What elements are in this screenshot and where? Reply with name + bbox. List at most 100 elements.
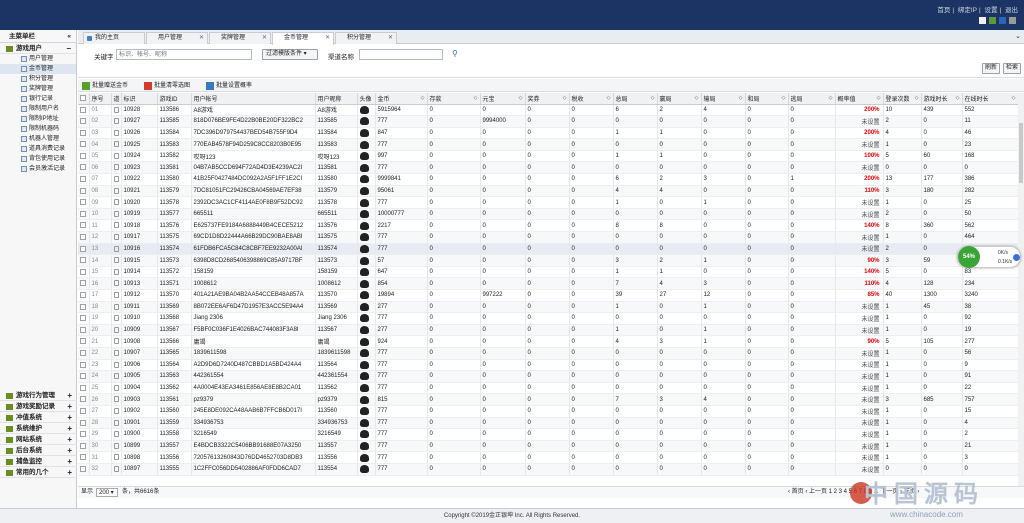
minus-icon[interactable]: − bbox=[66, 43, 71, 54]
column-header-5[interactable]: 用户昵称 bbox=[315, 93, 358, 105]
account[interactable]: 158159 bbox=[191, 266, 316, 279]
column-header-15[interactable]: 和局 ◇ bbox=[745, 93, 789, 105]
row-checkbox[interactable] bbox=[78, 324, 90, 337]
table-row[interactable]: 04 10925 113583 770EAB4578F94D259C8CC8203B0… bbox=[78, 138, 1018, 151]
close-icon[interactable]: ✕ bbox=[199, 33, 204, 44]
sort-icon[interactable]: ◇ bbox=[739, 95, 743, 101]
row-checkbox[interactable] bbox=[78, 277, 90, 290]
row-checkbox[interactable] bbox=[78, 196, 90, 209]
account[interactable]: 1839611598 bbox=[191, 347, 316, 360]
row-checkbox[interactable] bbox=[78, 382, 90, 395]
account[interactable]: 04B7AB5CCD694F72AD4D3E4239AC2I bbox=[191, 161, 316, 175]
page-size-select[interactable]: 200 ▾ bbox=[96, 488, 118, 497]
account[interactable]: pz9379 bbox=[191, 393, 316, 406]
table-row[interactable]: 23 10906 113564 A2D9D6D7240D487CBBD1A5BD424… bbox=[78, 359, 1018, 372]
table-row[interactable]: 25 10904 113562 4A0004E43EA3461E856AE8E8B2C… bbox=[78, 382, 1018, 395]
plus-icon[interactable]: + bbox=[67, 434, 72, 445]
table-row[interactable]: 26 10903 113561 pz9379 pz9379 815 0 0 0 0 7 3 4 0 0 未设置… bbox=[78, 393, 1018, 406]
table-row[interactable]: 11 10918 113576 E625737FE9184A6888449B4CECE… bbox=[78, 219, 1018, 233]
search-button[interactable]: 检索 bbox=[1003, 63, 1021, 74]
theme-swatch-gray[interactable] bbox=[1009, 17, 1016, 24]
sidebar-item-3[interactable]: 奖牌管理 bbox=[0, 84, 76, 94]
edit-icon[interactable] bbox=[111, 347, 122, 360]
table-row[interactable]: 10 10919 113577 665511 665511 10000777 0 0 0 0 0 0 0… bbox=[78, 208, 1018, 221]
account[interactable]: 8B072EE6AF6D47D1957E3ACC5E94A4 bbox=[191, 301, 316, 314]
account[interactable]: 334936753 bbox=[191, 417, 316, 430]
plus-icon[interactable]: + bbox=[67, 445, 72, 456]
sidebar-group-5[interactable]: 后台系统 + bbox=[0, 445, 77, 456]
edit-icon[interactable] bbox=[111, 277, 122, 290]
row-checkbox[interactable] bbox=[78, 219, 90, 233]
theme-swatch-green[interactable] bbox=[989, 17, 996, 24]
column-header-10[interactable]: 奖券 ◇ bbox=[525, 93, 570, 105]
sort-icon[interactable]: ◇ bbox=[782, 95, 786, 101]
tab-home[interactable]: 我的主页 bbox=[83, 32, 145, 44]
account[interactable]: F5BF0C036F1E4026BAC744083F3A8I bbox=[191, 324, 316, 337]
table-row[interactable]: 13 10916 113574 61FDB6FCA5C84C8CBF7EE9232A0… bbox=[78, 243, 1018, 256]
collapse-icon[interactable]: « bbox=[67, 30, 71, 43]
sidebar-item-10[interactable]: 背包使用记录 bbox=[0, 154, 76, 164]
column-header-4[interactable]: 用户帐号 bbox=[191, 93, 316, 105]
row-checkbox[interactable] bbox=[78, 104, 90, 117]
row-checkbox[interactable] bbox=[78, 417, 90, 430]
table-row[interactable]: 14 10915 113573 6398D8CD2685406398869C85A97… bbox=[78, 254, 1018, 267]
row-checkbox[interactable] bbox=[78, 266, 90, 279]
table-row[interactable]: 06 10923 113581 04B7AB5CCD694F72AD4D3E4239A… bbox=[78, 161, 1018, 175]
close-icon[interactable]: ✕ bbox=[262, 33, 267, 44]
table-row[interactable]: 09 10920 113578 2392DC3AC1CF4114AE0F8B9F52D… bbox=[78, 196, 1018, 209]
account[interactable]: 7DC81051FC29426CBA04569AE7EF38 bbox=[191, 185, 316, 198]
table-row[interactable]: 19 10910 113568 Jiang 2306 Jiang 2306 777 0 0 0 0… bbox=[78, 312, 1018, 325]
sidebar-item-8[interactable]: 机器人管理 bbox=[0, 134, 76, 144]
magnifier-icon[interactable]: ⚲ bbox=[452, 49, 458, 58]
bind-ip-link[interactable]: 绑定IP bbox=[958, 7, 977, 14]
edit-icon[interactable] bbox=[111, 231, 122, 244]
account[interactable]: 41B25F0427484DC092A2A5F1FF1E2CI bbox=[191, 173, 316, 186]
row-checkbox[interactable] bbox=[78, 359, 90, 372]
edit-icon[interactable] bbox=[111, 254, 122, 267]
table-row[interactable]: 08 10921 113579 7DC81051FC29426CBA04569AE7E… bbox=[78, 185, 1018, 198]
sidebar-group-7[interactable]: 常用的几个 + bbox=[0, 467, 77, 478]
sidebar-group-2[interactable]: 冲值系统 + bbox=[0, 412, 77, 423]
edit-icon[interactable] bbox=[111, 104, 122, 117]
account[interactable]: E4BDCB3322C5406BB91688E07A3250 bbox=[191, 440, 316, 453]
account[interactable]: A8游戏 bbox=[191, 104, 316, 117]
edit-icon[interactable] bbox=[111, 417, 122, 430]
sidebar-item-4[interactable]: 银行记录 bbox=[0, 94, 76, 104]
edit-icon[interactable] bbox=[111, 266, 122, 279]
sidebar-group-1[interactable]: 游戏奖励记录 + bbox=[0, 401, 77, 412]
column-header-16[interactable]: 逃局 ◇ bbox=[788, 93, 836, 105]
row-checkbox[interactable] bbox=[78, 127, 90, 140]
refresh-button[interactable]: 刷新 bbox=[982, 63, 1000, 74]
table-row[interactable]: 12 10917 113575 69CD1D8D22444A66B29DC90BAE8… bbox=[78, 231, 1018, 244]
edit-icon[interactable] bbox=[111, 243, 122, 256]
row-checkbox[interactable] bbox=[78, 173, 90, 186]
row-checkbox[interactable] bbox=[78, 115, 90, 128]
tab-medals[interactable]: 奖牌管理 ✕ bbox=[209, 32, 271, 44]
row-checkbox[interactable] bbox=[78, 185, 90, 198]
edit-icon[interactable] bbox=[111, 196, 122, 209]
row-checkbox[interactable] bbox=[78, 440, 90, 453]
sidebar-group-3[interactable]: 系统维护 + bbox=[0, 423, 77, 434]
edit-icon[interactable] bbox=[111, 150, 122, 163]
row-checkbox[interactable] bbox=[78, 347, 90, 360]
row-checkbox[interactable] bbox=[78, 150, 90, 163]
sidebar-item-5[interactable]: 限制用户名 bbox=[0, 104, 76, 114]
condition-select[interactable]: 过滤模版条件 ▾ bbox=[262, 49, 318, 60]
edit-icon[interactable] bbox=[111, 208, 122, 221]
column-header-20[interactable]: 在线时长 ◇ bbox=[962, 93, 1018, 105]
sort-icon[interactable]: ◇ bbox=[956, 95, 960, 101]
table-row[interactable]: 21 10908 113566 庸竭 庸竭 924 0 0 0 0 4 3 1 0 0 90% 5 105 277 bbox=[78, 335, 1018, 348]
edit-icon[interactable] bbox=[111, 428, 122, 441]
batch-clear-button[interactable]: 批量清零选图 bbox=[144, 81, 190, 91]
plus-icon[interactable]: + bbox=[67, 412, 72, 423]
account[interactable]: 哎呀123 bbox=[191, 150, 316, 163]
row-checkbox[interactable] bbox=[78, 451, 90, 464]
column-header-12[interactable]: 总局 ◇ bbox=[613, 93, 658, 105]
account[interactable]: 72057613260843D76DD4652703D8DB3 bbox=[191, 451, 316, 464]
account[interactable]: 1C2FFC056DD5402886AF0FDD6CAD7 bbox=[191, 463, 316, 476]
table-row[interactable]: 28 10901 113559 334936753 334936753 777 0 0 0 0 0 0… bbox=[78, 417, 1018, 430]
account[interactable]: 401A21AE9BA04B2AA54CCEB48A857A bbox=[191, 289, 316, 302]
row-checkbox[interactable] bbox=[78, 370, 90, 383]
column-header-7[interactable]: 金币 ◇ bbox=[375, 93, 428, 105]
table-row[interactable]: 03 10926 113584 7DC396D979754437BED54B755F9… bbox=[78, 127, 1018, 140]
